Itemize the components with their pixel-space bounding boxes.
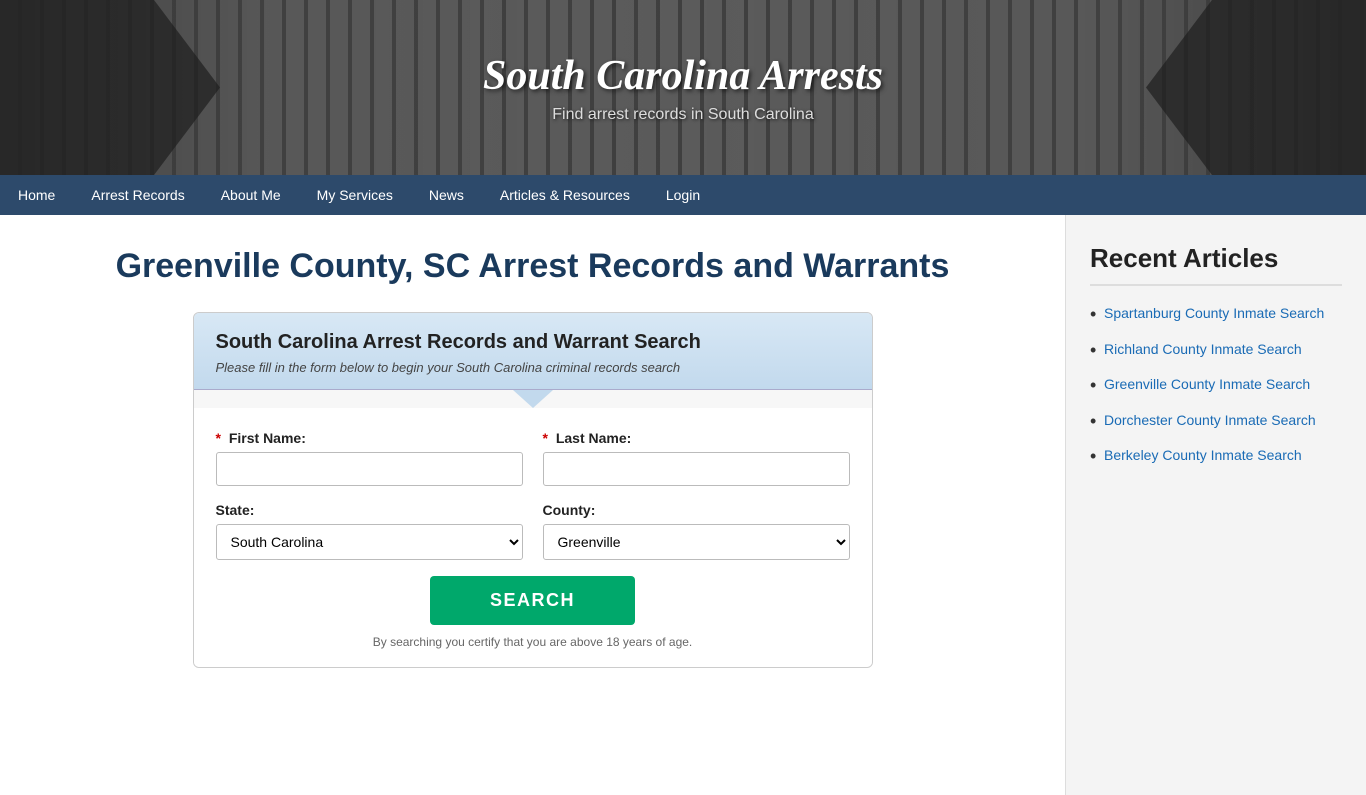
name-row: * First Name: * Last Name: [216, 430, 850, 486]
nav-my-services[interactable]: My Services [299, 175, 411, 215]
nav-home[interactable]: Home [0, 175, 73, 215]
page-container: Greenville County, SC Arrest Records and… [0, 215, 1366, 795]
card-pointer [513, 390, 553, 408]
state-select[interactable]: South Carolina [216, 524, 523, 560]
county-label: County: [543, 502, 850, 518]
article-link-spartanburg[interactable]: Spartanburg County Inmate Search [1104, 305, 1324, 321]
first-name-label: * First Name: [216, 430, 523, 446]
certify-text: By searching you certify that you are ab… [216, 635, 850, 649]
hero-content: South Carolina Arrests Find arrest recor… [483, 52, 883, 124]
sidebar: Recent Articles Spartanburg County Inmat… [1066, 215, 1366, 795]
site-subtitle: Find arrest records in South Carolina [483, 106, 883, 124]
search-form: * First Name: * Last Name: [194, 408, 872, 667]
list-item: Spartanburg County Inmate Search [1090, 304, 1342, 324]
required-star-first: * [216, 430, 221, 446]
search-button-wrap: SEARCH [216, 576, 850, 625]
state-label: State: [216, 502, 523, 518]
search-card-heading: South Carolina Arrest Records and Warran… [216, 331, 850, 354]
location-row: State: South Carolina County: Greenville… [216, 502, 850, 560]
site-title: South Carolina Arrests [483, 52, 883, 100]
search-card-subtext: Please fill in the form below to begin y… [216, 360, 850, 375]
last-name-label: * Last Name: [543, 430, 850, 446]
first-name-input[interactable] [216, 452, 523, 486]
list-item: Richland County Inmate Search [1090, 340, 1342, 360]
state-group: State: South Carolina [216, 502, 523, 560]
search-button[interactable]: SEARCH [430, 576, 635, 625]
nav-login[interactable]: Login [648, 175, 718, 215]
sidebar-heading: Recent Articles [1090, 243, 1342, 286]
last-name-group: * Last Name: [543, 430, 850, 486]
main-content: Greenville County, SC Arrest Records and… [0, 215, 1066, 795]
list-item: Berkeley County Inmate Search [1090, 446, 1342, 466]
search-card-header: South Carolina Arrest Records and Warran… [194, 313, 872, 390]
list-item: Greenville County Inmate Search [1090, 375, 1342, 395]
articles-list: Spartanburg County Inmate Search Richlan… [1090, 304, 1342, 466]
article-link-berkeley[interactable]: Berkeley County Inmate Search [1104, 447, 1302, 463]
first-name-group: * First Name: [216, 430, 523, 486]
nav-news[interactable]: News [411, 175, 482, 215]
main-navigation: Home Arrest Records About Me My Services… [0, 175, 1366, 215]
article-link-richland[interactable]: Richland County Inmate Search [1104, 341, 1302, 357]
county-group: County: Greenville Berkeley Dorchester R… [543, 502, 850, 560]
search-card: South Carolina Arrest Records and Warran… [193, 312, 873, 668]
recent-articles: Spartanburg County Inmate Search Richlan… [1090, 304, 1342, 466]
county-select[interactable]: Greenville Berkeley Dorchester Richland … [543, 524, 850, 560]
article-link-greenville[interactable]: Greenville County Inmate Search [1104, 376, 1310, 392]
last-name-input[interactable] [543, 452, 850, 486]
page-title: Greenville County, SC Arrest Records and… [40, 245, 1025, 288]
list-item: Dorchester County Inmate Search [1090, 411, 1342, 431]
required-star-last: * [543, 430, 548, 446]
nav-articles-resources[interactable]: Articles & Resources [482, 175, 648, 215]
nav-about-me[interactable]: About Me [203, 175, 299, 215]
article-link-dorchester[interactable]: Dorchester County Inmate Search [1104, 412, 1316, 428]
nav-arrest-records[interactable]: Arrest Records [73, 175, 202, 215]
hero-section: South Carolina Arrests Find arrest recor… [0, 0, 1366, 175]
